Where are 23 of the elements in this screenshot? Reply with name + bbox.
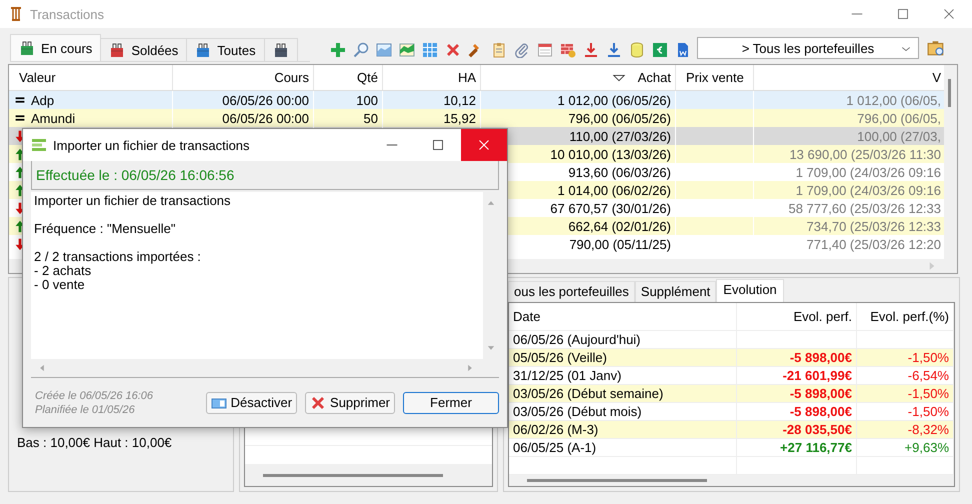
table-cell: -5 898,00€ bbox=[737, 349, 857, 367]
table-cell: -8,32% bbox=[857, 421, 954, 439]
table-cell: -5 898,00€ bbox=[737, 385, 857, 403]
window-title: Transactions bbox=[30, 6, 105, 22]
table-cell: 06/02/26 (M-3) bbox=[509, 421, 737, 439]
table-cell: -1,50% bbox=[857, 385, 954, 403]
table-cell: -28 035,50€ bbox=[737, 421, 857, 439]
table-cell: Adp bbox=[31, 92, 54, 108]
created-text: Créée le 06/05/26 16:06 bbox=[35, 390, 154, 402]
table-cell: +9,63% bbox=[857, 439, 954, 457]
table-cell: 06/05/25 (A-1) bbox=[509, 439, 737, 457]
message-text: Fréquence : "Mensuelle" bbox=[34, 222, 176, 236]
message-text: 2 / 2 transactions importées : - 2 achats - 0 vente bbox=[34, 250, 202, 292]
scheduled-text: Planifiée le 01/05/26 bbox=[35, 404, 136, 416]
table-cell: 03/05/26 (Début semaine) bbox=[509, 385, 737, 403]
table-cell: -1,50% bbox=[857, 349, 954, 367]
dialog-title: Importer un fichier de transactions bbox=[53, 138, 251, 152]
panel-text: Bas : 10,00€ Haut : 10,00€ bbox=[17, 434, 173, 452]
status-text: Effectuée le : 06/05/26 16:06:56 bbox=[31, 161, 499, 190]
table-cell: +27 116,77€ bbox=[737, 439, 857, 457]
table-cell: 05/05/26 (Veille) bbox=[509, 349, 737, 367]
table-cell: Amundi bbox=[31, 110, 76, 126]
message-text: Importer un fichier de transactions bbox=[34, 194, 232, 208]
